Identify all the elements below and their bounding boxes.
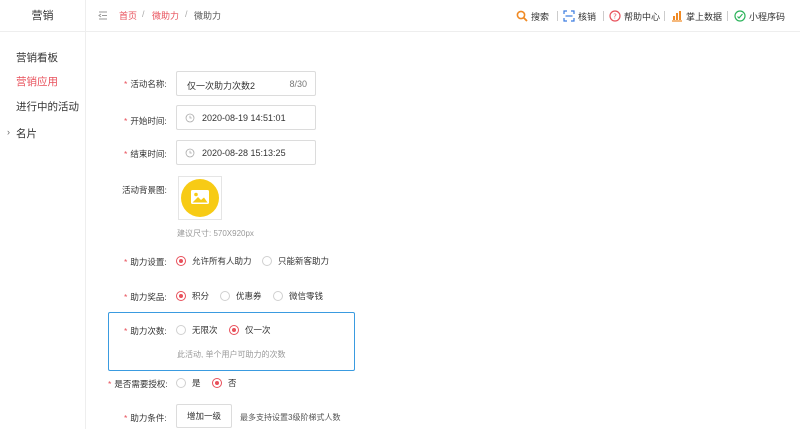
divider <box>727 11 728 21</box>
background-image-label: 活动背景图: <box>122 185 167 195</box>
activity-name-value: 仅一次助力次数2 <box>187 81 256 91</box>
breadcrumb-separator: / <box>185 9 188 19</box>
activity-name-input[interactable]: 仅一次助力次数2 8/30 <box>176 71 316 96</box>
help-reward-label: * 助力奖品: <box>124 292 167 302</box>
clock-icon <box>185 113 195 123</box>
chart-icon <box>672 11 682 22</box>
topbar: 首页 / 微助力 / 微助力 搜索 核销 ? 帮助中心 掌上数据 小程序码 <box>86 0 800 32</box>
start-time-picker[interactable]: 2020-08-19 14:51:01 <box>176 105 316 130</box>
search-label: 搜索 <box>531 11 550 22</box>
radio-dot <box>176 325 186 335</box>
help-count-section <box>108 312 355 371</box>
mini-program-code-label: 小程序码 <box>749 11 786 22</box>
divider <box>603 11 604 21</box>
breadcrumb-parent[interactable]: 微助力 <box>152 9 179 22</box>
clock-icon <box>185 148 195 158</box>
radio-unlimited[interactable]: 无限次 <box>176 324 218 336</box>
start-time-label: * 开始时间: <box>124 116 167 126</box>
end-time-label: * 结束时间: <box>124 149 167 159</box>
help-condition-label: * 助力条件: <box>124 413 167 423</box>
help-count-label: * 助力次数: <box>124 326 167 336</box>
char-counter: 8/30 <box>289 79 307 89</box>
mini-program-icon <box>734 10 746 22</box>
search-icon <box>516 10 528 22</box>
search-button[interactable]: 搜索 <box>516 9 549 23</box>
mini-program-code-button[interactable]: 小程序码 <box>734 9 785 23</box>
radio-auth-no[interactable]: 否 <box>212 377 237 389</box>
radio-dot-selected <box>212 378 222 388</box>
radio-dot <box>176 378 186 388</box>
radio-only-once[interactable]: 仅一次 <box>229 324 271 336</box>
collapse-menu-icon[interactable] <box>98 11 108 20</box>
svg-text:?: ? <box>613 13 617 21</box>
radio-dot <box>220 291 230 301</box>
sidebar-title: 营销 <box>0 0 85 32</box>
help-count-hint: 此活动, 单个用户可助力的次数 <box>177 350 286 359</box>
radio-dot-selected <box>176 256 186 266</box>
breadcrumb-current: 微助力 <box>194 11 222 21</box>
radio-dot <box>273 291 283 301</box>
radio-new-customers-only[interactable]: 只能新客助力 <box>262 255 329 267</box>
activity-name-label: * 活动名称: <box>124 79 167 89</box>
help-center-button[interactable]: ? 帮助中心 <box>609 9 660 23</box>
sidebar-item-business-card[interactable]: 名片 <box>16 126 37 141</box>
add-level-button[interactable]: 增加一级 <box>176 404 232 428</box>
verify-button[interactable]: 核销 <box>563 9 596 23</box>
breadcrumb-separator: / <box>142 9 145 19</box>
background-size-hint: 建议尺寸: 570X920px <box>177 229 254 238</box>
radio-allow-all[interactable]: 允许所有人助力 <box>176 255 252 267</box>
radio-wechat-change[interactable]: 微信零钱 <box>273 290 323 302</box>
divider <box>664 11 665 21</box>
radio-dot-selected <box>176 291 186 301</box>
radio-dot-selected <box>229 325 239 335</box>
pocket-data-label: 掌上数据 <box>686 11 723 22</box>
end-time-value: 2020-08-28 15:13:25 <box>202 148 286 158</box>
help-condition-hint: 最多支持设置3级阶梯式人数 <box>240 413 341 422</box>
help-icon: ? <box>609 10 621 22</box>
start-time-value: 2020-08-19 14:51:01 <box>202 113 286 123</box>
help-setting-label: * 助力设置: <box>124 257 167 267</box>
sidebar: 营销 营销看板 营销应用 进行中的活动 › 名片 <box>0 0 86 429</box>
scan-icon <box>563 10 575 22</box>
radio-auth-yes[interactable]: 是 <box>176 377 201 389</box>
radio-dot <box>262 256 272 266</box>
chevron-right-icon[interactable]: › <box>7 127 10 137</box>
sidebar-item-marketing-apps[interactable]: 营销应用 <box>16 74 58 89</box>
background-image-upload[interactable] <box>178 176 222 220</box>
breadcrumb-home[interactable]: 首页 <box>119 9 137 22</box>
divider <box>557 11 558 21</box>
image-icon <box>191 190 209 204</box>
help-center-label: 帮助中心 <box>624 11 661 22</box>
need-auth-label: * 是否需要授权: <box>108 379 168 389</box>
sidebar-item-ongoing-activities[interactable]: 进行中的活动 <box>16 99 79 114</box>
end-time-picker[interactable]: 2020-08-28 15:13:25 <box>176 140 316 165</box>
radio-points[interactable]: 积分 <box>176 290 209 302</box>
radio-coupon[interactable]: 优惠券 <box>220 290 262 302</box>
sidebar-item-marketing-dashboard[interactable]: 营销看板 <box>16 50 58 65</box>
verify-label: 核销 <box>578 11 597 22</box>
pocket-data-button[interactable]: 掌上数据 <box>671 9 722 23</box>
